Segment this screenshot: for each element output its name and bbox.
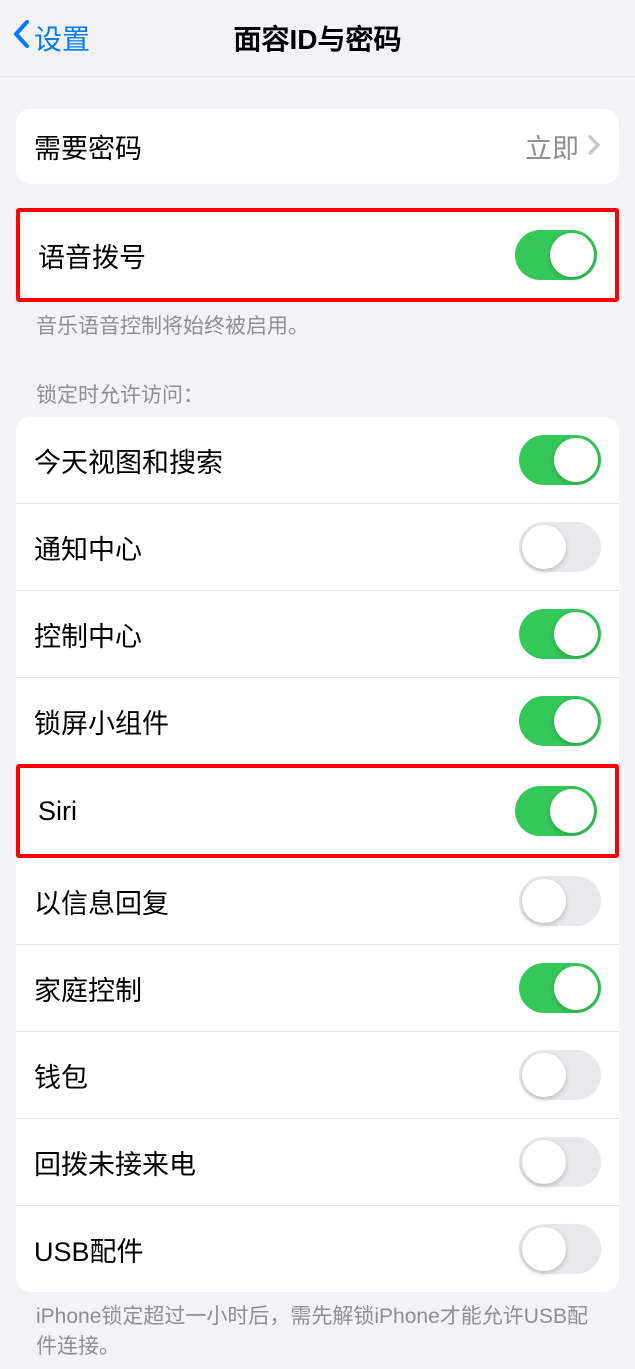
chevron-left-icon [12, 19, 30, 58]
toggle-knob [522, 525, 566, 569]
row-wallet[interactable]: 钱包 [16, 1031, 619, 1118]
voice-dial-footer: 音乐语音控制将始终被启用。 [16, 302, 619, 349]
toggle-knob [522, 1227, 566, 1271]
usb-accessories-toggle[interactable] [519, 1224, 601, 1274]
lock-widgets-toggle[interactable] [519, 696, 601, 746]
row-lock-widgets[interactable]: 锁屏小组件 [16, 677, 619, 764]
wallet-label: 钱包 [34, 1056, 88, 1095]
today-view-label: 今天视图和搜索 [34, 441, 223, 480]
toggle-knob [522, 879, 566, 923]
toggle-knob [554, 966, 598, 1010]
toggle-knob [550, 233, 594, 277]
today-view-toggle[interactable] [519, 435, 601, 485]
return-call-label: 回拨未接来电 [34, 1143, 196, 1182]
siri-label: Siri [38, 796, 77, 827]
notification-center-toggle[interactable] [519, 522, 601, 572]
siri-toggle[interactable] [515, 786, 597, 836]
row-home-control[interactable]: 家庭控制 [16, 944, 619, 1031]
row-reply-message[interactable]: 以信息回复 [16, 858, 619, 944]
toggle-knob [554, 438, 598, 482]
toggle-knob [522, 1140, 566, 1184]
require-passcode-label: 需要密码 [34, 127, 142, 166]
section-header-lock-access: 锁定时允许访问： [16, 349, 619, 417]
row-usb-accessories[interactable]: USB配件 [16, 1205, 619, 1292]
highlight-voice-dial: 语音拨号 [16, 208, 619, 302]
notification-center-label: 通知中心 [34, 528, 142, 567]
row-notification-center[interactable]: 通知中心 [16, 503, 619, 590]
group-lock-access-a: 今天视图和搜索 通知中心 控制中心 锁屏小组件 [16, 417, 619, 764]
control-center-label: 控制中心 [34, 615, 142, 654]
back-button[interactable]: 设置 [12, 18, 90, 58]
voice-dial-label: 语音拨号 [38, 236, 146, 275]
header-bar: 设置 面容ID与密码 [0, 0, 635, 77]
reply-message-label: 以信息回复 [34, 882, 169, 921]
group-lock-access-c: 以信息回复 家庭控制 钱包 回拨未接来电 USB配件 [16, 858, 619, 1292]
row-require-passcode[interactable]: 需要密码 立即 [16, 109, 619, 184]
usb-accessories-label: USB配件 [34, 1230, 144, 1269]
toggle-knob [522, 1053, 566, 1097]
usb-footer: iPhone锁定超过一小时后，需先解锁iPhone才能允许USB配件连接。 [16, 1292, 619, 1369]
row-today-view[interactable]: 今天视图和搜索 [16, 417, 619, 503]
row-siri[interactable]: Siri [20, 768, 615, 854]
row-control-center[interactable]: 控制中心 [16, 590, 619, 677]
require-passcode-value: 立即 [525, 127, 579, 166]
group-require-passcode: 需要密码 立即 [16, 109, 619, 184]
group-voice-dial: 语音拨号 [20, 212, 615, 298]
highlight-siri: Siri [16, 764, 619, 858]
group-lock-access-siri: Siri [20, 768, 615, 854]
back-label: 设置 [34, 18, 90, 58]
reply-message-toggle[interactable] [519, 876, 601, 926]
chevron-right-icon [587, 131, 601, 163]
lock-widgets-label: 锁屏小组件 [34, 702, 169, 741]
toggle-knob [554, 699, 598, 743]
home-control-label: 家庭控制 [34, 969, 142, 1008]
toggle-knob [550, 789, 594, 833]
row-voice-dial[interactable]: 语音拨号 [20, 212, 615, 298]
voice-dial-toggle[interactable] [515, 230, 597, 280]
page-title: 面容ID与密码 [0, 18, 635, 58]
wallet-toggle[interactable] [519, 1050, 601, 1100]
control-center-toggle[interactable] [519, 609, 601, 659]
home-control-toggle[interactable] [519, 963, 601, 1013]
return-call-toggle[interactable] [519, 1137, 601, 1187]
toggle-knob [554, 612, 598, 656]
row-return-call[interactable]: 回拨未接来电 [16, 1118, 619, 1205]
